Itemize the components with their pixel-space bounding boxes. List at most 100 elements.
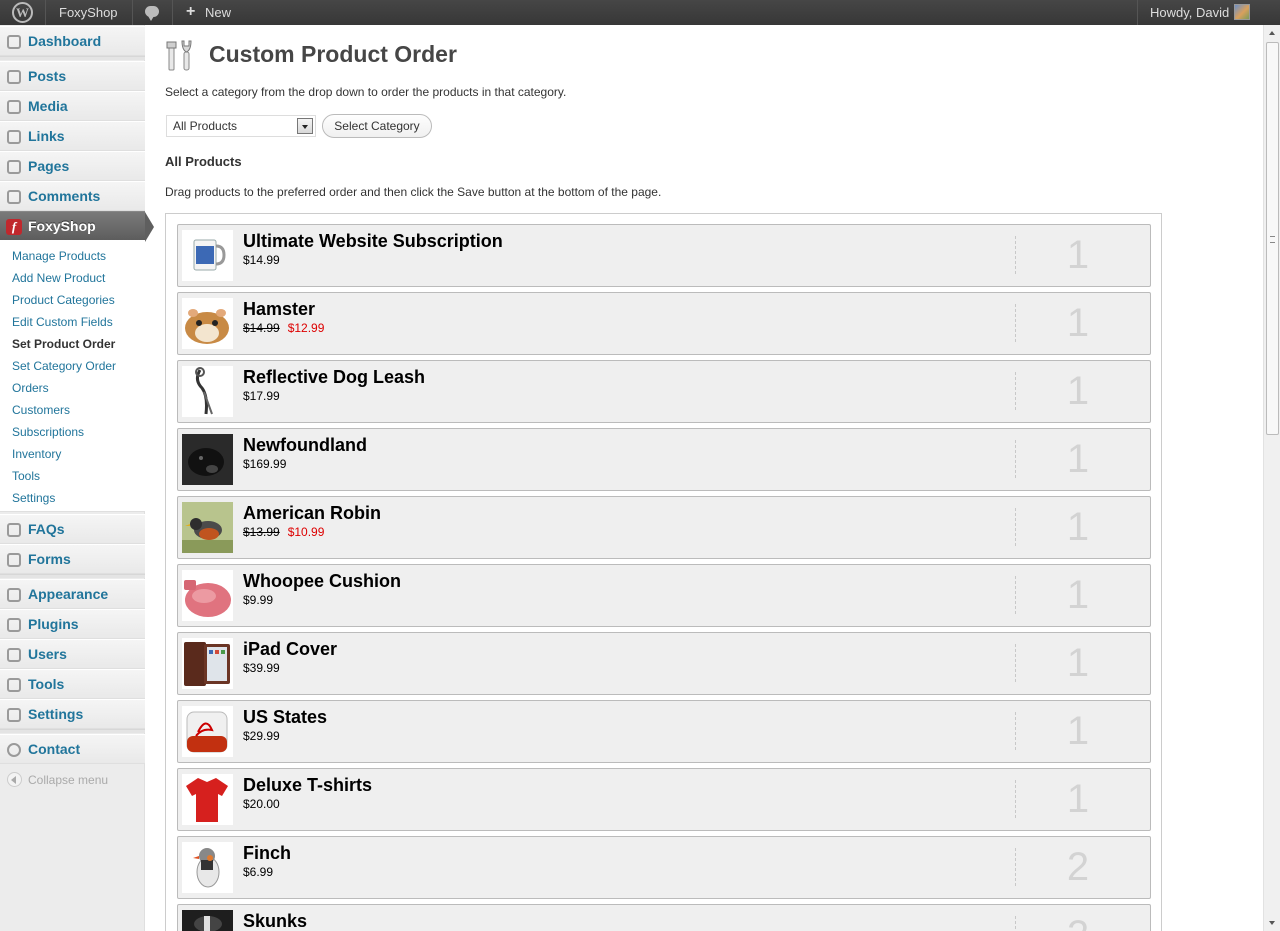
menu-label: Settings <box>28 706 84 722</box>
menu-posts[interactable]: Posts <box>0 61 145 91</box>
original-price: $13.99 <box>243 525 280 539</box>
menu-label: Contact <box>28 741 81 757</box>
skunk-icon <box>182 910 233 931</box>
menu-faqs[interactable]: FAQs <box>0 514 145 544</box>
price: $20.00 <box>243 797 280 811</box>
product-name: Whoopee Cushion <box>243 571 401 591</box>
menu-label: Appearance <box>28 586 109 602</box>
media-icon <box>7 100 21 114</box>
submenu-manage-products[interactable]: Manage Products <box>12 249 106 263</box>
menu-label: Dashboard <box>28 33 102 49</box>
product-price: $14.99 $12.99 <box>243 321 324 335</box>
divider <box>1015 440 1016 478</box>
menu-label: Comments <box>28 188 101 204</box>
product-row[interactable]: Skunks 2 <box>177 904 1151 931</box>
product-thumbnail <box>182 298 233 349</box>
category-select[interactable]: All Products <box>166 115 316 137</box>
product-row[interactable]: Reflective Dog Leash $17.99 1 <box>177 360 1151 423</box>
collapse-menu-button[interactable]: Collapse menu <box>7 772 108 788</box>
scrollbar-thumb[interactable] <box>1266 42 1279 435</box>
price: $17.99 <box>243 389 280 403</box>
menu-label: Posts <box>28 68 67 84</box>
menu-dashboard[interactable]: Dashboard <box>0 26 145 56</box>
account-greeting[interactable]: Howdy, David <box>1150 0 1229 25</box>
avatar[interactable] <box>1234 4 1250 20</box>
submenu-subscriptions[interactable]: Subscriptions <box>12 425 84 439</box>
scroll-up-arrow-icon[interactable] <box>1264 25 1280 41</box>
finch-icon <box>193 848 220 888</box>
wordpress-logo-icon[interactable]: W <box>12 2 33 23</box>
forms-icon <box>7 553 21 567</box>
menu-tools[interactable]: Tools <box>0 669 145 699</box>
menu-media[interactable]: Media <box>0 91 145 121</box>
plus-icon[interactable]: + <box>186 0 195 24</box>
product-row[interactable]: Ultimate Website Subscription $14.99 1 <box>177 224 1151 287</box>
product-row[interactable]: Whoopee Cushion $9.99 1 <box>177 564 1151 627</box>
product-thumbnail <box>182 706 233 757</box>
price: $29.99 <box>243 729 280 743</box>
product-row[interactable]: iPad Cover $39.99 1 <box>177 632 1151 695</box>
chevron-down-icon[interactable] <box>297 118 313 134</box>
product-thumbnail <box>182 638 233 689</box>
submenu-inventory[interactable]: Inventory <box>12 447 61 461</box>
menu-pages[interactable]: Pages <box>0 151 145 181</box>
divider <box>1015 916 1016 931</box>
product-name: iPad Cover <box>243 639 338 659</box>
category-select-value: All Products <box>173 119 238 133</box>
menu-label: FAQs <box>28 521 65 537</box>
submenu-customers[interactable]: Customers <box>12 403 70 417</box>
comments-icon[interactable] <box>145 6 159 21</box>
product-row[interactable]: Finch $6.99 2 <box>177 836 1151 899</box>
pin-icon <box>7 523 21 537</box>
admin-sidebar: Dashboard Posts Media Links Pages Commen… <box>0 25 154 931</box>
menu-label: Tools <box>28 676 65 692</box>
menu-label: Users <box>28 646 67 662</box>
pin-icon <box>7 70 21 84</box>
divider <box>1015 712 1016 750</box>
sort-order-number: 1 <box>1066 437 1090 481</box>
pages-icon <box>7 160 21 174</box>
menu-plugins[interactable]: Plugins <box>0 609 145 639</box>
sort-order-number: 1 <box>1066 709 1090 753</box>
product-row[interactable]: Newfoundland $169.99 1 <box>177 428 1151 491</box>
submenu-product-categories[interactable]: Product Categories <box>12 293 115 307</box>
menu-contact[interactable]: Contact <box>0 734 145 764</box>
page-title: Custom Product Order <box>209 41 457 67</box>
separator <box>1137 0 1138 25</box>
submenu-set-product-order[interactable]: Set Product Order <box>12 337 115 351</box>
appearance-icon <box>7 588 21 602</box>
submenu-add-new-product[interactable]: Add New Product <box>12 271 105 285</box>
site-name-link[interactable]: FoxyShop <box>59 0 118 25</box>
vertical-scrollbar[interactable] <box>1263 25 1280 931</box>
menu-links[interactable]: Links <box>0 121 145 151</box>
product-price: $169.99 <box>243 457 286 471</box>
menu-settings[interactable]: Settings <box>0 699 145 729</box>
menu-appearance[interactable]: Appearance <box>0 579 145 609</box>
menu-separator <box>0 574 145 578</box>
price: $169.99 <box>243 457 287 471</box>
menu-foxyshop[interactable]: f FoxyShop <box>0 211 154 242</box>
menu-comments[interactable]: Comments <box>0 181 145 211</box>
new-content-link[interactable]: New <box>205 0 231 25</box>
tools-icon <box>166 40 192 71</box>
divider <box>1015 644 1016 682</box>
product-row[interactable]: US States $29.99 1 <box>177 700 1151 763</box>
product-price: $20.00 <box>243 797 280 811</box>
menu-label: Links <box>28 128 65 144</box>
menu-users[interactable]: Users <box>0 639 145 669</box>
product-row[interactable]: Deluxe T-shirts $20.00 1 <box>177 768 1151 831</box>
submenu-tools[interactable]: Tools <box>12 469 40 483</box>
product-price: $17.99 <box>243 389 280 403</box>
submenu-set-category-order[interactable]: Set Category Order <box>12 359 116 373</box>
product-row[interactable]: Hamster $14.99 $12.99 1 <box>177 292 1151 355</box>
product-row[interactable]: American Robin $13.99 $10.99 1 <box>177 496 1151 559</box>
submenu-orders[interactable]: Orders <box>12 381 49 395</box>
scroll-down-arrow-icon[interactable] <box>1264 915 1280 931</box>
menu-forms[interactable]: Forms <box>0 544 145 574</box>
submenu-settings[interactable]: Settings <box>12 491 55 505</box>
sort-order-number: 1 <box>1066 369 1090 413</box>
separator <box>45 0 46 25</box>
select-category-button[interactable]: Select Category <box>322 114 432 138</box>
collapse-arrow-icon <box>7 772 22 788</box>
submenu-edit-custom-fields[interactable]: Edit Custom Fields <box>12 315 113 329</box>
